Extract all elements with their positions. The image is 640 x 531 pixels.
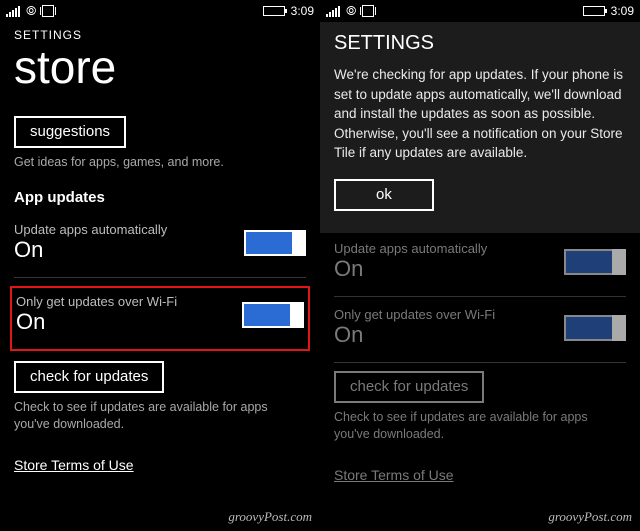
- highlight-box: Only get updates over Wi-Fi On: [10, 286, 310, 351]
- check-updates-button[interactable]: check for updates: [334, 371, 484, 403]
- suggestions-button[interactable]: suggestions: [14, 116, 126, 148]
- setting-wifi-only: Only get updates over Wi-Fi On: [16, 292, 304, 347]
- setting-auto-update: Update apps automatically On: [334, 239, 626, 294]
- check-caption: Check to see if updates are available fo…: [334, 409, 626, 443]
- toggle-wifi-only[interactable]: [242, 302, 304, 328]
- status-bar: ⦾ 3:09: [0, 0, 320, 22]
- divider: [334, 296, 626, 297]
- phone-right: ⦾ 3:09 SETTINGS We're checking for app u…: [320, 0, 640, 531]
- vibrate-icon: [362, 5, 374, 17]
- battery-icon: [583, 6, 605, 16]
- page-title: store: [14, 44, 306, 90]
- wifi-icon: ⦾: [26, 3, 36, 19]
- wifi-icon: ⦾: [346, 3, 356, 19]
- check-caption: Check to see if updates are available fo…: [14, 399, 306, 433]
- section-app-updates: App updates: [14, 189, 306, 206]
- suggestions-caption: Get ideas for apps, games, and more.: [14, 154, 306, 171]
- toggle-auto-update[interactable]: [244, 230, 306, 256]
- watermark: groovyPost.com: [228, 509, 312, 525]
- dialog-title: SETTINGS: [334, 32, 626, 55]
- signal-icon: [326, 5, 340, 17]
- phone-left: ⦾ 3:09 SETTINGS store suggestions Get id…: [0, 0, 320, 531]
- divider: [334, 362, 626, 363]
- ok-button[interactable]: ok: [334, 179, 434, 211]
- dialog-body: We're checking for app updates. If your …: [334, 65, 626, 163]
- terms-link[interactable]: Store Terms of Use: [14, 457, 134, 473]
- clock: 3:09: [291, 4, 314, 18]
- setting-wifi-only: Only get updates over Wi-Fi On: [334, 305, 626, 360]
- breadcrumb: SETTINGS: [14, 28, 306, 42]
- status-bar: ⦾ 3:09: [320, 0, 640, 22]
- terms-link[interactable]: Store Terms of Use: [334, 467, 454, 483]
- dimmed-content: Update apps automatically On Only get up…: [320, 233, 640, 495]
- setting-auto-update: Update apps automatically On: [14, 220, 306, 275]
- check-updates-button[interactable]: check for updates: [14, 361, 164, 393]
- vibrate-icon: [42, 5, 54, 17]
- toggle-wifi-only[interactable]: [564, 315, 626, 341]
- battery-icon: [263, 6, 285, 16]
- signal-icon: [6, 5, 20, 17]
- clock: 3:09: [611, 4, 634, 18]
- watermark: groovyPost.com: [548, 509, 632, 525]
- dialog-updates: SETTINGS We're checking for app updates.…: [320, 22, 640, 233]
- toggle-auto-update[interactable]: [564, 249, 626, 275]
- divider: [14, 277, 306, 278]
